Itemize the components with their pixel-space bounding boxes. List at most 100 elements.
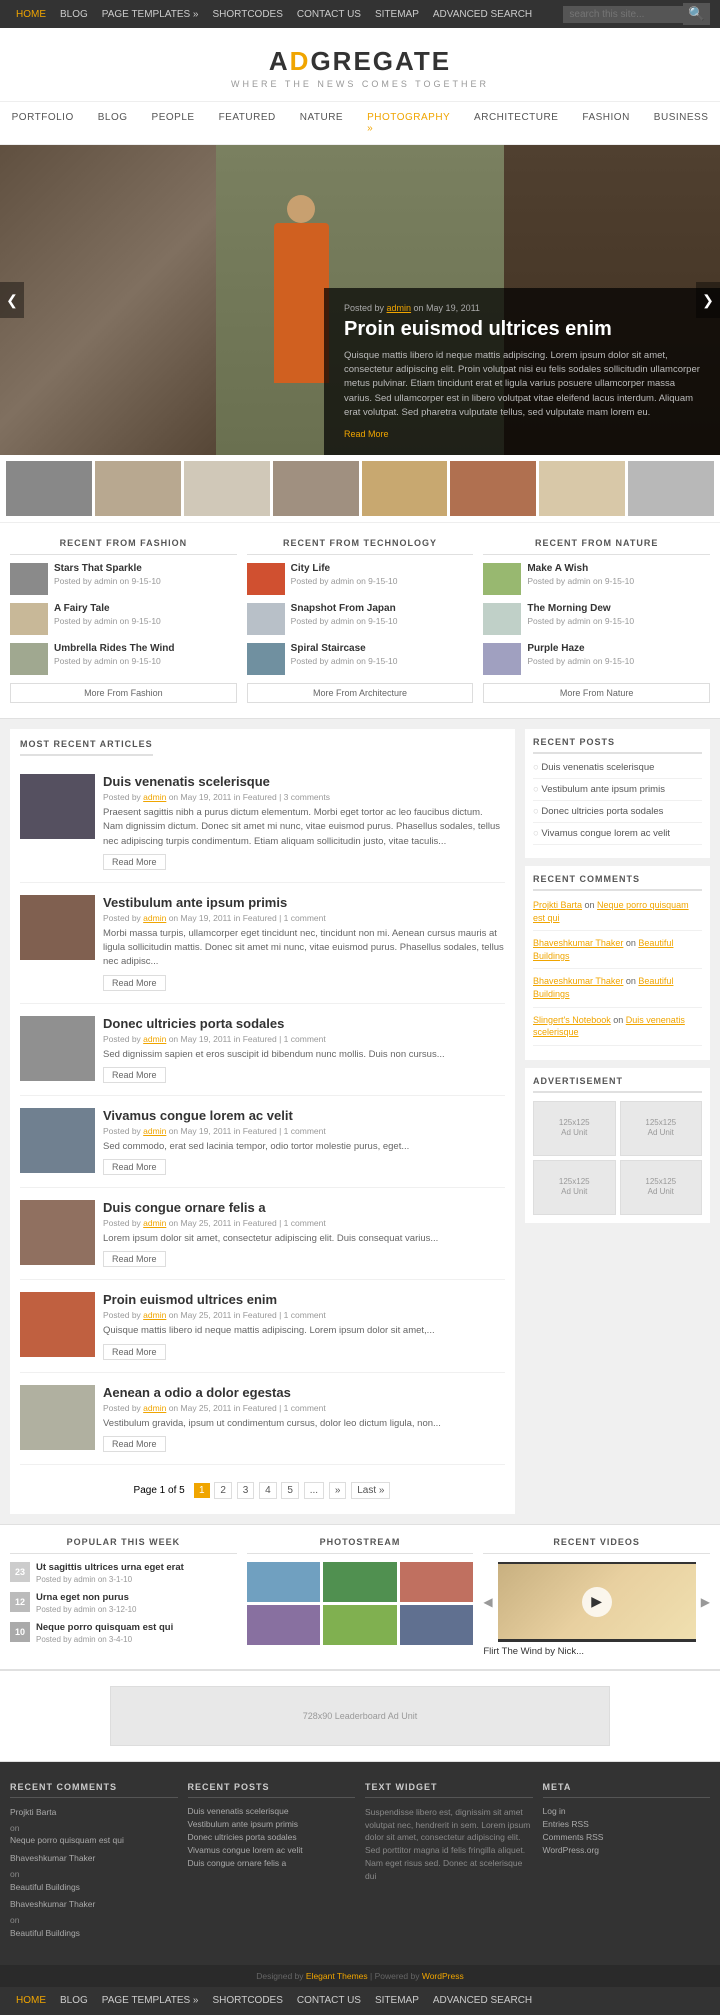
top-nav-blog[interactable]: BLOG	[54, 5, 94, 24]
thumb-4[interactable]	[273, 461, 359, 516]
sidebar-post-1[interactable]: Duis venenatis scelerisque	[533, 762, 702, 779]
sidebar-post-4[interactable]: Vivamus congue lorem ac velit	[533, 828, 702, 845]
nav-photography[interactable]: PHOTOGRAPHY »	[355, 102, 462, 144]
elegant-themes-link[interactable]: Elegant Themes	[306, 1971, 368, 1981]
nature-title-1[interactable]: Make A Wish	[527, 563, 634, 574]
bottom-nav-page-templates[interactable]: PAGE TEMPLATES »	[96, 1991, 205, 2010]
popular-title-1[interactable]: Ut sagittis ultrices urna eget erat	[36, 1562, 184, 1573]
article-title-5[interactable]: Duis congue ornare felis a	[103, 1200, 438, 1215]
article-author-6[interactable]: admin	[143, 1310, 166, 1320]
bottom-nav-advanced-search[interactable]: ADVANCED SEARCH	[427, 1991, 538, 2010]
popular-title-3[interactable]: Neque porro quisquam est qui	[36, 1622, 173, 1633]
article-readmore-6[interactable]: Read More	[103, 1344, 166, 1360]
top-nav-sitemap[interactable]: SITEMAP	[369, 5, 425, 24]
comment-author-1[interactable]: Projkti Barta	[533, 900, 582, 910]
video-play-button[interactable]: ▶	[582, 1587, 612, 1617]
footer-comment-link-3[interactable]: Beautiful Buildings	[10, 1927, 178, 1940]
more-technology-btn[interactable]: More From Architecture	[247, 683, 474, 703]
footer-comment-author-1[interactable]: Projkti Barta	[10, 1806, 178, 1819]
bottom-nav-shortcodes[interactable]: SHORTCODES	[207, 1991, 289, 2010]
tech-title-1[interactable]: City Life	[291, 563, 398, 574]
top-nav-home[interactable]: HOME	[10, 5, 52, 24]
photo-3[interactable]	[400, 1562, 474, 1602]
article-readmore-2[interactable]: Read More	[103, 975, 166, 991]
thumb-5[interactable]	[362, 461, 448, 516]
footer-post-2[interactable]: Vestibulum ante ipsum primis	[188, 1819, 356, 1829]
more-nature-btn[interactable]: More From Nature	[483, 683, 710, 703]
thumb-6[interactable]	[450, 461, 536, 516]
fashion-title-1[interactable]: Stars That Sparkle	[54, 563, 161, 574]
photo-5[interactable]	[323, 1605, 397, 1645]
footer-meta-login[interactable]: Log in	[543, 1806, 711, 1816]
article-readmore-1[interactable]: Read More	[103, 854, 166, 870]
nav-featured[interactable]: FEATURED	[207, 102, 288, 144]
article-author-3[interactable]: admin	[143, 1034, 166, 1044]
page-last[interactable]: Last »	[351, 1482, 390, 1499]
nature-title-2[interactable]: The Morning Dew	[527, 603, 634, 614]
photo-2[interactable]	[323, 1562, 397, 1602]
hero-readmore-link[interactable]: Read More	[344, 429, 389, 439]
article-author-7[interactable]: admin	[143, 1403, 166, 1413]
footer-post-5[interactable]: Duis congue ornare felis a	[188, 1858, 356, 1868]
nature-title-3[interactable]: Purple Haze	[527, 643, 634, 654]
nav-architecture[interactable]: ARCHITECTURE	[462, 102, 570, 144]
nav-blog[interactable]: BLOG	[86, 102, 140, 144]
bottom-nav-sitemap[interactable]: SITEMAP	[369, 1991, 425, 2010]
hero-prev-button[interactable]: ❮	[0, 282, 24, 318]
sidebar-post-2[interactable]: Vestibulum ante ipsum primis	[533, 784, 702, 801]
footer-meta-entries-rss[interactable]: Entries RSS	[543, 1819, 711, 1829]
footer-comment-author-2[interactable]: Bhaveshkumar Thaker	[10, 1852, 178, 1865]
video-next-btn[interactable]: ▶	[701, 1595, 710, 1609]
article-title-4[interactable]: Vivamus congue lorem ac velit	[103, 1108, 409, 1123]
ad-unit-2[interactable]: 125x125Ad Unit	[620, 1101, 703, 1156]
nav-fashion[interactable]: FASHION	[570, 102, 641, 144]
search-button[interactable]: 🔍	[683, 3, 710, 25]
video-thumbnail[interactable]: ▶	[498, 1562, 696, 1642]
footer-meta-wordpress[interactable]: WordPress.org	[543, 1845, 711, 1855]
footer-meta-comments-rss[interactable]: Comments RSS	[543, 1832, 711, 1842]
ad-unit-4[interactable]: 125x125Ad Unit	[620, 1160, 703, 1215]
page-2[interactable]: 2	[214, 1482, 232, 1499]
footer-comment-link-1[interactable]: Neque porro quisquam est qui	[10, 1834, 178, 1847]
page-dots[interactable]: ...	[304, 1482, 324, 1499]
photo-6[interactable]	[400, 1605, 474, 1645]
article-title-3[interactable]: Donec ultricies porta sodales	[103, 1016, 445, 1031]
tech-title-2[interactable]: Snapshot From Japan	[291, 603, 398, 614]
ad-unit-1[interactable]: 125x125Ad Unit	[533, 1101, 616, 1156]
nav-portfolio[interactable]: PORTFOLIO	[0, 102, 86, 144]
top-nav-page-templates[interactable]: PAGE TEMPLATES »	[96, 5, 205, 24]
footer-post-3[interactable]: Donec ultricies porta sodales	[188, 1832, 356, 1842]
thumb-1[interactable]	[6, 461, 92, 516]
top-nav-advanced-search[interactable]: ADVANCED SEARCH	[427, 5, 538, 24]
bottom-nav-blog[interactable]: BLOG	[54, 1991, 94, 2010]
more-fashion-btn[interactable]: More From Fashion	[10, 683, 237, 703]
nav-nature[interactable]: NATURE	[288, 102, 355, 144]
page-next[interactable]: »	[329, 1482, 347, 1499]
article-author-5[interactable]: admin	[143, 1218, 166, 1228]
footer-comment-link-2[interactable]: Beautiful Buildings	[10, 1881, 178, 1894]
bottom-nav-contact[interactable]: CONTACT US	[291, 1991, 367, 2010]
comment-author-2[interactable]: Bhaveshkumar Thaker	[533, 938, 623, 948]
sidebar-post-3[interactable]: Donec ultricies porta sodales	[533, 806, 702, 823]
article-readmore-4[interactable]: Read More	[103, 1159, 166, 1175]
photo-1[interactable]	[247, 1562, 321, 1602]
footer-post-1[interactable]: Duis venenatis scelerisque	[188, 1806, 356, 1816]
popular-title-2[interactable]: Urna eget non purus	[36, 1592, 137, 1603]
hero-next-button[interactable]: ❯	[696, 282, 720, 318]
ad-banner[interactable]: 728x90 Leaderboard Ad Unit	[110, 1686, 610, 1746]
photo-4[interactable]	[247, 1605, 321, 1645]
page-5[interactable]: 5	[281, 1482, 299, 1499]
article-readmore-5[interactable]: Read More	[103, 1251, 166, 1267]
fashion-title-3[interactable]: Umbrella Rides The Wind	[54, 643, 174, 654]
article-title-2[interactable]: Vestibulum ante ipsum primis	[103, 895, 505, 910]
article-title-6[interactable]: Proin euismod ultrices enim	[103, 1292, 435, 1307]
article-author-2[interactable]: admin	[143, 913, 166, 923]
article-readmore-7[interactable]: Read More	[103, 1436, 166, 1452]
footer-post-4[interactable]: Vivamus congue lorem ac velit	[188, 1845, 356, 1855]
page-4[interactable]: 4	[259, 1482, 277, 1499]
bottom-nav-home[interactable]: HOME	[10, 1991, 52, 2010]
top-nav-shortcodes[interactable]: SHORTCODES	[207, 5, 289, 24]
comment-author-3[interactable]: Bhaveshkumar Thaker	[533, 976, 623, 986]
thumb-2[interactable]	[95, 461, 181, 516]
article-author-4[interactable]: admin	[143, 1126, 166, 1136]
